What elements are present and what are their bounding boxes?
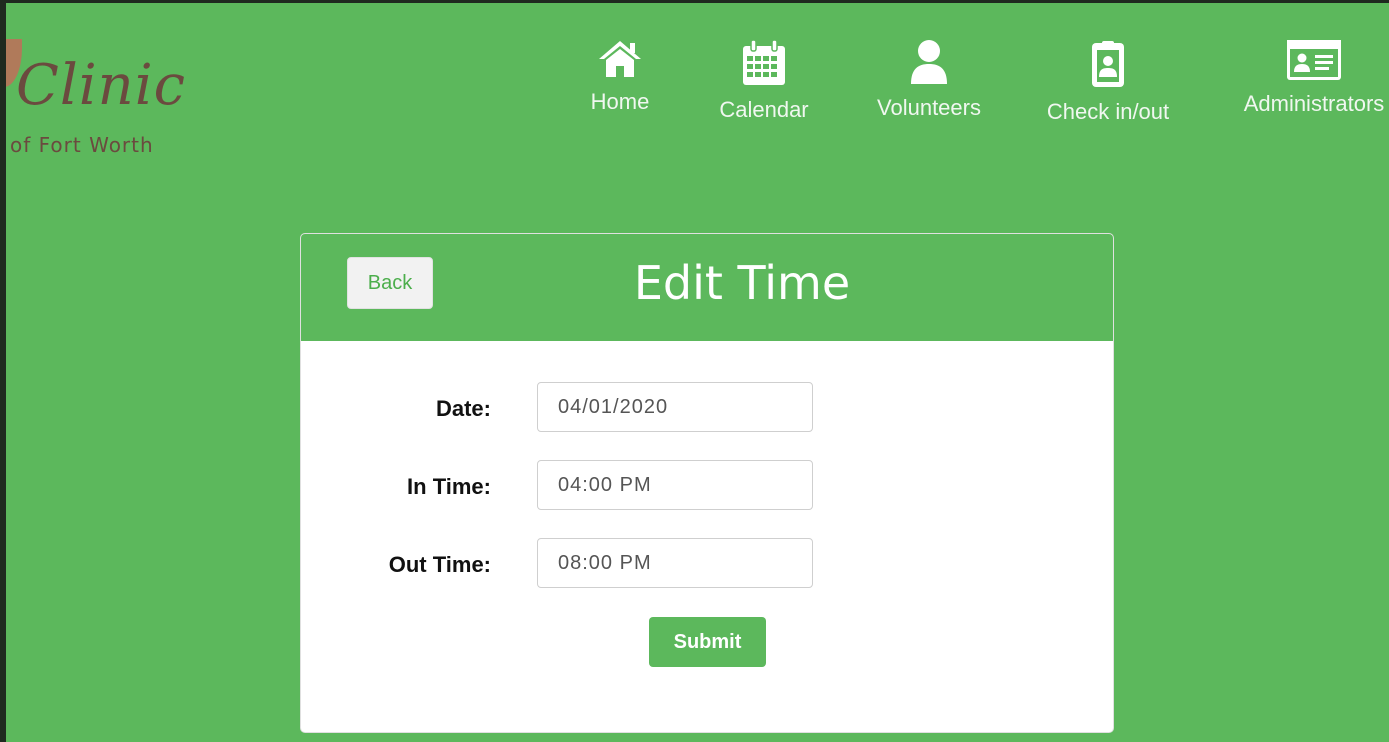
user-icon — [911, 40, 947, 84]
page-title: Edit Time — [633, 256, 851, 310]
app-window: Clinic of Fort Worth Home Calendar Volun… — [6, 3, 1389, 742]
edit-time-card: Back Edit Time Date: In Time: Out Time: … — [300, 233, 1114, 733]
date-input[interactable] — [537, 382, 813, 432]
logo-name: Clinic — [16, 53, 187, 118]
nav-home[interactable]: Home — [588, 39, 652, 115]
id-badge-icon — [1092, 41, 1124, 87]
home-icon — [599, 41, 641, 77]
nav-home-label: Home — [590, 89, 650, 114]
main-nav: Home Calendar Volunteers Check in/out Ad… — [566, 39, 1389, 139]
nav-administrators-label: Administrators — [1243, 91, 1385, 116]
date-row: Date: — [301, 382, 1113, 434]
submit-button[interactable]: Submit — [649, 617, 766, 667]
in-time-label: In Time: — [407, 474, 491, 499]
date-label: Date: — [435, 396, 491, 421]
logo-subtitle: of Fort Worth — [10, 133, 154, 157]
clinic-logo[interactable]: Clinic of Fort Worth — [6, 33, 206, 163]
out-time-label: Out Time: — [388, 552, 491, 577]
nav-volunteers-label: Volunteers — [877, 95, 981, 120]
id-card-icon — [1287, 40, 1341, 80]
out-time-row: Out Time: — [301, 538, 1113, 590]
nav-calendar-label: Calendar — [719, 97, 809, 122]
out-time-input[interactable] — [537, 538, 813, 588]
in-time-input[interactable] — [537, 460, 813, 510]
nav-administrators[interactable]: Administrators — [1238, 39, 1389, 117]
card-header: Back Edit Time — [301, 234, 1113, 341]
nav-volunteers[interactable]: Volunteers — [872, 39, 986, 121]
nav-check-in-out-label: Check in/out — [1046, 99, 1170, 124]
nav-check-in-out[interactable]: Check in/out — [1040, 39, 1176, 125]
nav-calendar[interactable]: Calendar — [716, 39, 812, 123]
in-time-row: In Time: — [301, 460, 1113, 512]
calendar-icon — [743, 39, 785, 85]
